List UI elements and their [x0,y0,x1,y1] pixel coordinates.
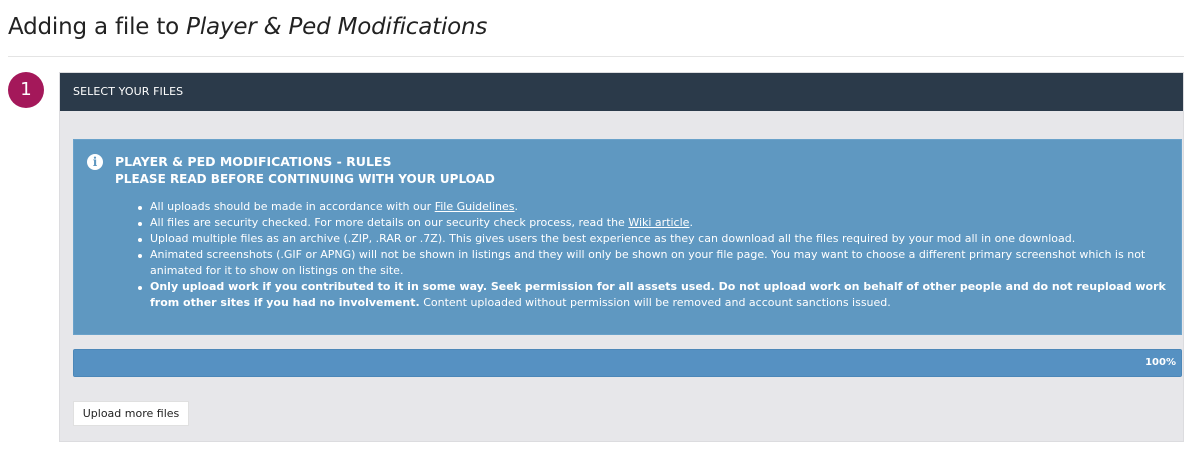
rule-text: Content uploaded without permission will… [419,296,891,309]
rule-item-guidelines: All uploads should be made in accordance… [136,199,1166,215]
rule-item-security: All files are security checked. For more… [136,215,1166,231]
upload-progress-label: 100% [1145,357,1176,368]
upload-progress-fill [74,350,1181,376]
rule-item-archive: Upload multiple files as an archive (.ZI… [136,231,1166,247]
page-title-prefix: Adding a file to [8,14,187,40]
rule-item-animated-screenshots: Animated screenshots (.GIF or APNG) will… [136,247,1166,279]
rule-item-permission: Only upload work if you contributed to i… [136,279,1166,311]
upload-step-panel: SELECT YOUR FILES i PLAYER & PED MODIFIC… [59,72,1184,442]
rules-title: PLAYER & PED MODIFICATIONS - RULES [115,154,392,169]
rules-list: All uploads should be made in accordance… [136,199,1166,311]
rule-text: All uploads should be made in accordance… [150,200,435,213]
rules-subtitle: PLEASE READ BEFORE CONTINUING WITH YOUR … [115,172,495,186]
file-guidelines-link[interactable]: File Guidelines [435,200,515,213]
page-title: Adding a file to Player & Ped Modificati… [8,14,487,40]
upload-more-files-button[interactable]: Upload more files [73,401,189,426]
step-header: SELECT YOUR FILES [60,73,1183,111]
info-icon: i [87,154,103,170]
rule-text-end: . [689,216,693,229]
title-divider [8,56,1184,57]
upload-progress-bar: 100% [73,349,1182,377]
wiki-article-link[interactable]: Wiki article [628,216,689,229]
rule-text: All files are security checked. For more… [150,216,629,229]
rule-text-end: . [514,200,519,213]
page-title-category: Player & Ped Modifications [186,14,488,40]
rules-notice: i PLAYER & PED MODIFICATIONS - RULES PLE… [73,139,1182,335]
step-number-badge: 1 [8,72,44,108]
